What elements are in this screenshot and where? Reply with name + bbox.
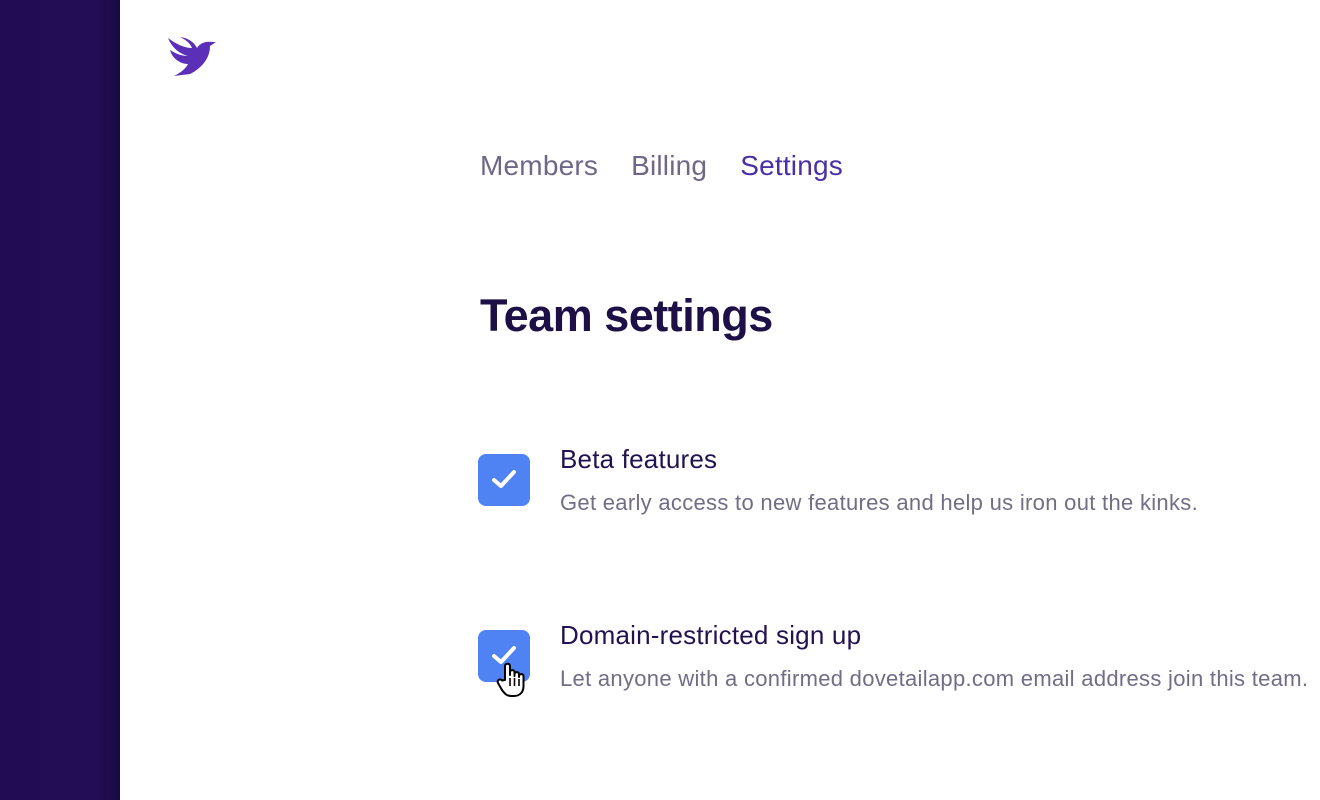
sidebar bbox=[0, 0, 120, 800]
domain-restricted-checkbox[interactable] bbox=[478, 630, 530, 682]
settings-tabs: Members Billing Settings bbox=[480, 150, 843, 182]
dovetail-logo-icon[interactable] bbox=[166, 34, 218, 78]
checkmark-icon bbox=[492, 470, 516, 488]
beta-features-checkbox[interactable] bbox=[478, 454, 530, 506]
setting-title: Domain-restricted sign up bbox=[560, 620, 862, 650]
page-title: Team settings bbox=[480, 290, 773, 341]
setting-description: Let anyone with a confirmed dovetailapp.… bbox=[560, 666, 1309, 691]
setting-title: Beta features bbox=[560, 444, 718, 474]
setting-domain-restricted-sign-up: Domain-restricted sign up Let anyone wit… bbox=[478, 620, 1320, 700]
setting-description: Get early access to new features and hel… bbox=[560, 490, 1198, 515]
tab-billing[interactable]: Billing bbox=[631, 150, 707, 182]
checkmark-icon bbox=[492, 646, 516, 664]
tab-members[interactable]: Members bbox=[480, 150, 598, 182]
tab-settings[interactable]: Settings bbox=[740, 150, 843, 182]
setting-beta-features: Beta features Get early access to new fe… bbox=[478, 444, 1320, 524]
